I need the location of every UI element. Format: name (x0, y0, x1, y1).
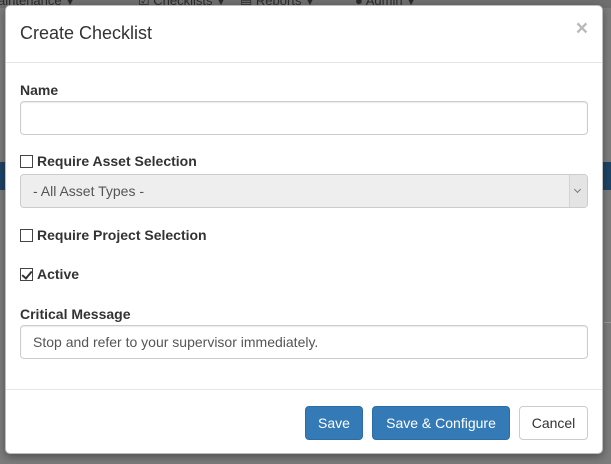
modal-footer: Save Save & Configure Cancel (6, 389, 602, 455)
critical-message-label: Critical Message (20, 306, 131, 322)
require-asset-row[interactable]: Require Asset Selection (20, 153, 197, 169)
background-divider (604, 322, 611, 323)
cancel-button[interactable]: Cancel (519, 406, 588, 440)
require-project-checkbox[interactable] (20, 228, 33, 242)
require-project-row[interactable]: Require Project Selection (20, 227, 207, 243)
chevron-down-icon (569, 175, 587, 207)
require-project-label: Require Project Selection (37, 227, 207, 243)
active-label: Active (37, 266, 80, 282)
require-asset-label: Require Asset Selection (37, 153, 197, 169)
save-configure-button[interactable]: Save & Configure (372, 406, 510, 440)
name-input[interactable] (20, 101, 588, 135)
asset-type-selected-value: - All Asset Types - (33, 183, 145, 199)
create-checklist-modal: Create Checklist × Name Require Asset Se… (5, 5, 603, 454)
name-label: Name (20, 82, 59, 98)
critical-message-input[interactable] (20, 325, 588, 359)
modal-header: Create Checklist × (6, 6, 602, 63)
require-asset-checkbox[interactable] (20, 154, 33, 168)
asset-type-select[interactable]: - All Asset Types - (20, 174, 588, 208)
close-icon[interactable]: × (576, 18, 588, 39)
active-row[interactable]: Active (20, 266, 79, 282)
modal-title: Create Checklist (20, 23, 153, 43)
active-checkbox[interactable] (20, 267, 33, 281)
save-button[interactable]: Save (305, 406, 363, 440)
